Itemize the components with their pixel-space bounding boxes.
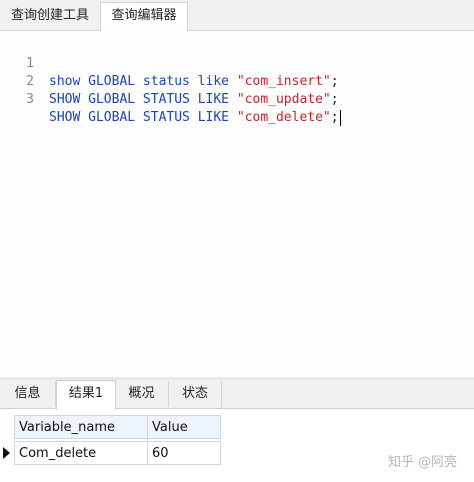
tab-profile[interactable]: 概况 xyxy=(115,381,169,407)
sql-editor[interactable]: 1 show GLOBAL status like "com_insert"; … xyxy=(0,31,474,377)
code-keywords: show GLOBAL status like xyxy=(49,74,237,89)
code-line: 1 show GLOBAL status like "com_insert"; xyxy=(0,37,338,89)
text-cursor xyxy=(339,109,341,126)
code-semicolon: ; xyxy=(330,92,339,107)
table-cell[interactable]: 60 xyxy=(147,441,221,465)
column-header-variable-name[interactable]: Variable_name xyxy=(14,415,148,439)
top-tab-bar: 查询创建工具 查询编辑器 xyxy=(0,0,474,32)
line-number: 3 xyxy=(26,92,34,107)
tab-result-1[interactable]: 结果1 xyxy=(56,380,116,410)
code-semicolon: ; xyxy=(330,110,339,125)
tab-status[interactable]: 状态 xyxy=(169,381,222,407)
code-keywords: SHOW GLOBAL STATUS LIKE xyxy=(49,92,237,107)
tab-query-editor[interactable]: 查询编辑器 xyxy=(100,2,188,32)
table-cell[interactable]: Com_delete xyxy=(14,441,148,465)
code-string: "com_insert" xyxy=(236,74,331,89)
column-header-value[interactable]: Value xyxy=(147,415,221,439)
code-string: "com_delete" xyxy=(236,110,331,125)
watermark: 知乎 @阿亮 xyxy=(388,455,458,470)
code-semicolon: ; xyxy=(330,74,339,89)
code-line: 3 SHOW GLOBAL STATUS LIKE "com_delete"; xyxy=(0,73,341,126)
tab-query-builder[interactable]: 查询创建工具 xyxy=(2,3,98,29)
current-row-indicator-icon xyxy=(3,447,10,459)
code-line: 2 SHOW GLOBAL STATUS LIKE "com_update"; xyxy=(0,55,338,107)
code-string: "com_update" xyxy=(236,92,331,107)
tab-info[interactable]: 信息 xyxy=(0,381,56,407)
result-tab-bar: 信息 结果1 概况 状态 xyxy=(0,380,474,410)
code-keywords: SHOW GLOBAL STATUS LIKE xyxy=(49,110,237,125)
